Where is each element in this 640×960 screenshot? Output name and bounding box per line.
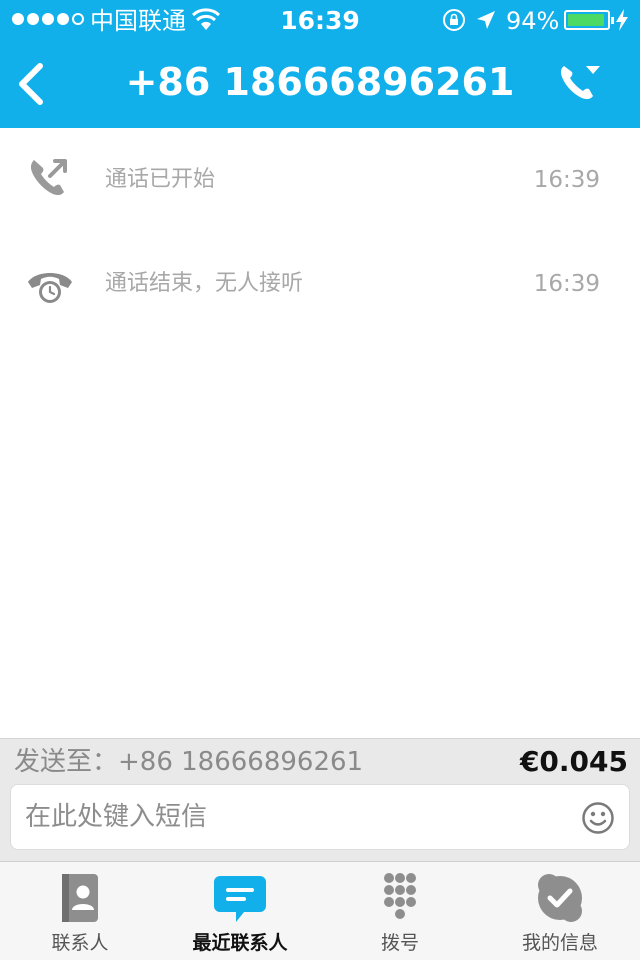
tab-bar: 联系人 最近联系人 拨号 我的信息 — [0, 861, 640, 960]
charging-bolt-icon — [616, 9, 628, 31]
outgoing-call-icon — [30, 159, 67, 196]
status-bar: 中国联通 16:39 94% — [0, 0, 640, 40]
tab-recent[interactable]: 最近联系人 — [160, 862, 320, 960]
message-text: 通话已开始 — [105, 167, 216, 192]
tab-contacts[interactable]: 联系人 — [0, 862, 160, 960]
emoji-icon[interactable] — [581, 801, 615, 835]
message-text: 通话结束，无人接听 — [105, 271, 304, 296]
chat-bubble-icon — [214, 876, 266, 922]
dialpad-icon — [384, 873, 416, 919]
contacts-book-icon — [62, 874, 98, 922]
location-arrow-icon — [477, 11, 495, 29]
missed-call-clock-icon — [28, 273, 72, 303]
tab-label: 我的信息 — [521, 932, 598, 954]
sms-price: €0.045 — [519, 745, 628, 778]
message-list[interactable]: 通话已开始 16:39 通话结束，无人接听 16:39 — [0, 128, 640, 738]
phone-dropdown-icon — [560, 66, 600, 100]
tab-label: 联系人 — [51, 932, 109, 954]
battery-percent: 94% — [506, 7, 560, 35]
tab-profile[interactable]: 我的信息 — [480, 862, 640, 960]
message-input-box[interactable] — [10, 784, 630, 850]
compose-area: 发送至：+86 18666896261 €0.045 — [0, 738, 640, 861]
message-input[interactable] — [25, 785, 565, 849]
send-to-label: 发送至：+86 18666896261 — [14, 747, 364, 777]
tab-dialpad[interactable]: 拨号 — [320, 862, 480, 960]
battery-level-fill — [568, 14, 604, 26]
list-item[interactable]: 通话已开始 16:39 — [0, 128, 640, 232]
message-time: 16:39 — [533, 167, 600, 193]
profile-check-icon — [538, 874, 582, 922]
message-time: 16:39 — [533, 271, 600, 297]
tab-label: 拨号 — [380, 932, 419, 954]
tab-label: 最近联系人 — [192, 932, 288, 954]
app-header: 中国联通 16:39 94% +86 18666896261 — [0, 0, 640, 128]
rotation-lock-icon — [443, 9, 465, 31]
battery-icon — [564, 10, 614, 30]
page-title: +86 18666896261 — [125, 60, 515, 104]
list-item[interactable]: 通话结束，无人接听 16:39 — [0, 232, 640, 336]
call-button[interactable] — [556, 60, 604, 106]
